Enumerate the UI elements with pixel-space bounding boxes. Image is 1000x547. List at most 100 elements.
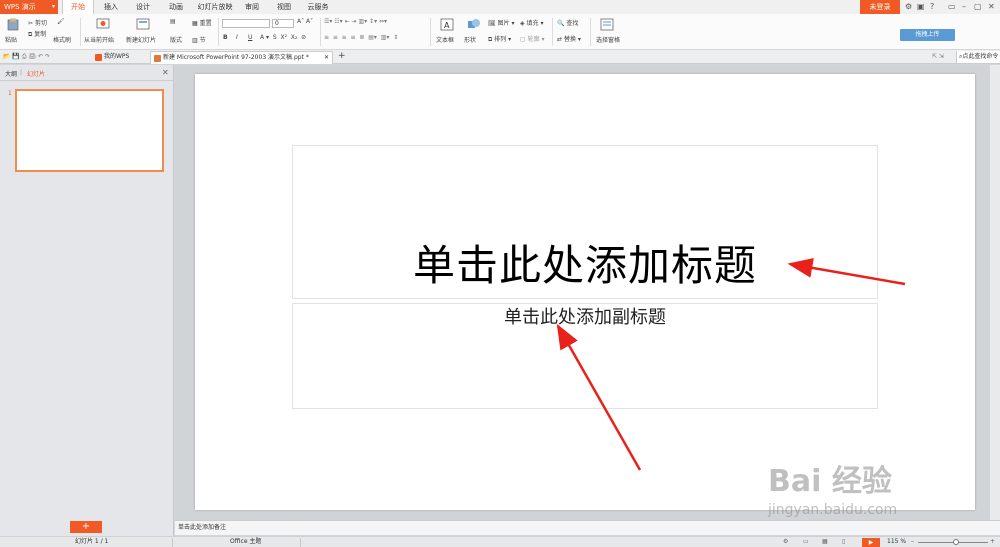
tab-review[interactable]: 审阅 <box>240 0 264 14</box>
tab-view[interactable]: 视图 <box>272 0 296 14</box>
zoom-out-icon[interactable]: – <box>911 537 914 547</box>
tab-insert[interactable]: 插入 <box>98 0 124 14</box>
reset-button[interactable]: ▦ 重置 <box>192 18 212 27</box>
tab-my-wps[interactable]: 我的WPS <box>92 51 129 64</box>
slide-counter: 幻灯片 1 / 1 <box>75 538 109 545</box>
notes-toggle-icon[interactable]: ⚙ <box>783 537 788 547</box>
shape-button[interactable]: 形状 <box>464 35 476 44</box>
font-color-button[interactable]: A ▾ S X² X₂ ⊘ <box>260 34 306 41</box>
outline-label: 轮廓 <box>527 36 540 43</box>
find-icon: 🔍 <box>557 20 565 27</box>
layout-icon: ▤ <box>170 18 176 25</box>
app-menu-button[interactable]: WPS 演示 ▾ <box>0 0 58 14</box>
tab-current-document[interactable]: 新建 Microsoft PowerPoint 97-2003 演示文稿.ppt… <box>150 51 333 64</box>
replace-button[interactable]: ⇄ 替换 ▾ <box>557 34 581 43</box>
notes-pane[interactable]: 单击此处添加备注 <box>175 520 1000 535</box>
tab-my-wps-label: 我的WPS <box>104 53 130 60</box>
pin-icon[interactable]: ⇱ ⇲ <box>932 53 944 60</box>
help-icon[interactable]: ? <box>930 2 934 11</box>
play-slideshow-button[interactable]: ▶ <box>862 538 880 547</box>
tab-cloud[interactable]: 云服务 <box>304 0 332 14</box>
new-tab-plus-icon[interactable]: + <box>338 51 346 61</box>
menu-bar: WPS 演示 ▾ 开始 插入 设计 动画 幻灯片放映 审阅 视图 云服务 未登录… <box>0 0 1000 14</box>
find-label: 查找 <box>566 20 579 27</box>
ribbon: 粘贴 ✂ 剪切 ⧉ 复制 🖌 格式刷 从当前开始 新建幻灯片 ▤ 版式 ▦ 重置… <box>0 14 1000 50</box>
theme-name: Office 主题 <box>230 538 262 545</box>
section-button[interactable]: ▥ 节 <box>192 35 206 44</box>
ppt-file-icon <box>154 55 161 62</box>
align-buttons[interactable]: ≡ ≡ ≡ ≡ ≣ ▤▾ ▥▾ ⇕ <box>324 34 398 41</box>
slide-navigation-panel: 大纲 | 幻灯片 ✕ 1 + <box>0 65 174 537</box>
textbox-button[interactable]: 文本框 <box>436 35 454 44</box>
textbox-icon: A <box>440 18 454 31</box>
reset-icon: ▦ <box>192 20 198 27</box>
zoom-slider-handle[interactable] <box>953 539 959 545</box>
italic-button[interactable]: I <box>236 34 238 41</box>
watermark-url: jingyan.baidu.com <box>768 502 898 518</box>
svg-text:A: A <box>444 21 450 30</box>
command-search-placeholder: 点此查找命令 <box>962 53 999 60</box>
copy-label: 复制 <box>34 31 47 38</box>
baidu-jingyan-watermark: Bai 经验 jingyan.baidu.com <box>768 456 958 526</box>
tab-animation[interactable]: 动画 <box>163 0 189 14</box>
find-button[interactable]: 🔍 查找 <box>557 18 578 27</box>
format-painter-icon[interactable]: 🖌 <box>57 18 65 25</box>
format-painter-button[interactable]: 格式刷 <box>53 35 71 44</box>
arrange-icon: ⧉ <box>488 36 493 43</box>
reset-label: 重置 <box>199 20 212 27</box>
slide-sorter-icon[interactable]: ▦ <box>822 537 828 547</box>
skin-icon[interactable]: ⚙ <box>905 2 912 11</box>
drag-upload-button[interactable]: 拖拽上传 <box>900 29 955 41</box>
normal-view-icon[interactable]: ▭ <box>803 537 809 547</box>
close-icon[interactable]: ✕ <box>162 68 169 77</box>
tab-design[interactable]: 设计 <box>130 0 156 14</box>
tab-outline[interactable]: 大纲 <box>5 69 17 78</box>
zoom-level[interactable]: 115 % <box>887 537 906 547</box>
slide-subtitle-text[interactable]: 单击此处添加副标题 <box>292 303 878 329</box>
command-search-input[interactable]: ⌕点此查找命令 <box>956 51 1000 63</box>
copy-icon: ⧉ <box>28 31 33 38</box>
tab-slideshow[interactable]: 幻灯片放映 <box>195 0 235 14</box>
arrange-button[interactable]: ⧉ 排列 ▾ <box>488 34 511 44</box>
select-pane-button[interactable]: 选择窗格 <box>596 35 620 44</box>
grow-font-button[interactable]: A˄ A˅ <box>297 18 313 25</box>
picture-label: 图片 <box>497 20 510 27</box>
paste-icon <box>7 18 19 31</box>
play-icon: ▶ <box>868 539 874 546</box>
app-name: WPS 演示 <box>4 3 36 11</box>
slide-thumbnail[interactable] <box>15 89 164 172</box>
cut-button[interactable]: ✂ 剪切 <box>28 18 47 27</box>
zoom-in-icon[interactable]: + <box>990 537 995 547</box>
picture-button[interactable]: 🖼 图片 ▾ <box>488 18 514 27</box>
restore-ribbon-icon[interactable]: ▭ <box>948 2 956 11</box>
tab-home[interactable]: 开始 <box>62 0 94 14</box>
notes-placeholder: 单击此处添加备注 <box>178 524 227 531</box>
underline-button[interactable]: U <box>248 34 252 41</box>
font-size-field[interactable]: 0 <box>272 19 294 28</box>
login-button[interactable]: 未登录 <box>860 0 900 14</box>
font-name-field[interactable] <box>222 19 270 28</box>
paste-button[interactable]: 粘贴 <box>5 35 17 44</box>
settings-icon[interactable]: ▣ <box>917 2 925 11</box>
status-bar: 幻灯片 1 / 1 Office 主题 ⚙ ▭ ▦ ▯ ▶ 115 % – + <box>0 536 1000 547</box>
bold-button[interactable]: B <box>223 34 228 41</box>
fill-button[interactable]: ◈ 填充 ▾ <box>520 18 543 27</box>
current-document-label: 新建 Microsoft PowerPoint 97-2003 演示文稿.ppt… <box>163 54 309 61</box>
layout-button[interactable]: 版式 <box>170 35 182 44</box>
reading-view-icon[interactable]: ▯ <box>842 537 845 547</box>
maximize-icon[interactable]: ▢ <box>974 2 982 11</box>
new-slide-button[interactable]: 新建幻灯片 <box>126 35 156 44</box>
outline-button[interactable]: ▢ 轮廓 ▾ <box>520 34 545 43</box>
shape-icon <box>468 19 480 28</box>
tab-slides[interactable]: 幻灯片 <box>27 69 45 78</box>
close-tab-icon[interactable]: ✕ <box>324 52 329 64</box>
from-current-button[interactable]: 从当前开始 <box>84 35 114 44</box>
copy-button[interactable]: ⧉ 复制 <box>28 29 46 39</box>
minimize-icon[interactable]: – <box>962 2 966 11</box>
add-slide-button[interactable]: + <box>70 521 102 533</box>
slide-title-text[interactable]: 单击此处添加标题 <box>292 232 878 293</box>
vertical-scrollbar[interactable] <box>990 65 1000 520</box>
quick-access-toolbar[interactable]: 📂 💾 ⎙ 🖨 ↶ ↷ <box>3 53 50 61</box>
window-close-icon[interactable]: ✕ <box>988 2 995 11</box>
list-buttons[interactable]: ☰▾ ☷▾ ⇤ ⇥ ▥▾ ↕▾ ⇔▾ <box>324 18 387 25</box>
